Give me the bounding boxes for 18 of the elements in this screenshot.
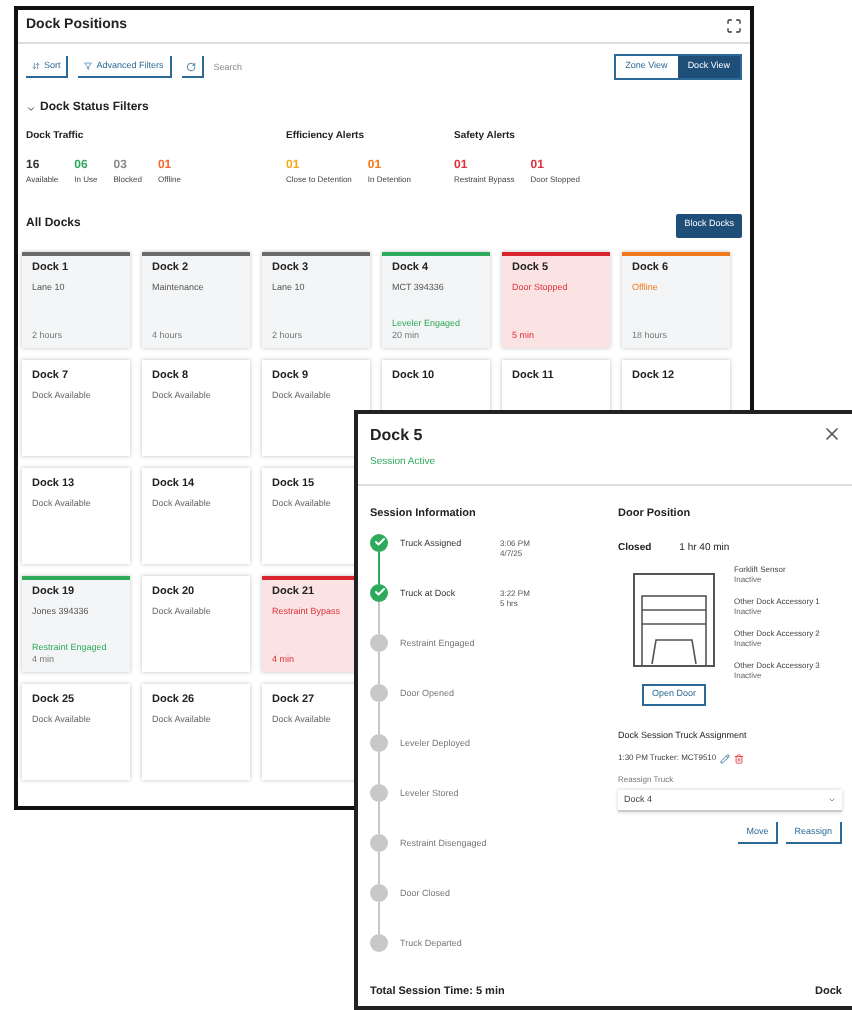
expand-icon[interactable] <box>726 18 742 34</box>
timeline-connector <box>378 651 380 684</box>
timeline-connector <box>378 801 380 834</box>
timeline-connector <box>378 751 380 784</box>
timeline-connector <box>378 551 380 584</box>
filter-icon <box>84 62 93 70</box>
edit-icon[interactable] <box>720 753 731 763</box>
trash-icon[interactable] <box>734 753 745 763</box>
timeline-connector <box>378 701 380 734</box>
chevron-icon <box>26 104 36 114</box>
refresh-button[interactable] <box>181 56 204 78</box>
timeline-connector <box>378 851 380 884</box>
timeline-connector <box>378 601 380 634</box>
door-drawing <box>632 572 716 669</box>
close-icon[interactable] <box>822 424 842 444</box>
sort-icon <box>32 62 40 70</box>
refresh-icon <box>186 61 197 71</box>
timeline-connector <box>378 901 380 934</box>
